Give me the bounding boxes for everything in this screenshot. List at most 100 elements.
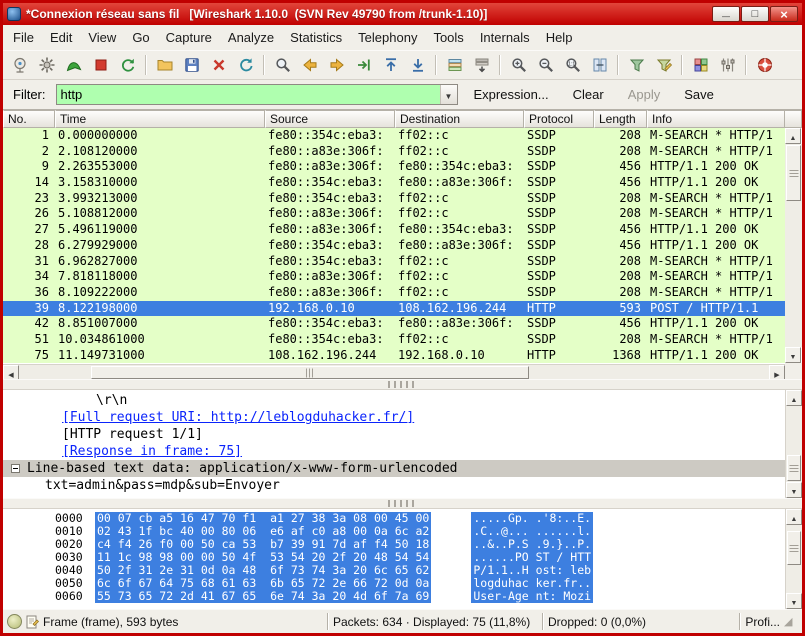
preferences-icon[interactable]	[714, 52, 741, 78]
list-interfaces-icon[interactable]	[6, 52, 33, 78]
reload-icon[interactable]	[232, 52, 259, 78]
scroll-down-icon[interactable]	[786, 482, 802, 498]
packet-row[interactable]: 42 8.851007000 fe80::354c:eba3: fe80::a83e:…	[3, 316, 785, 332]
menu-view[interactable]: View	[80, 27, 124, 48]
resize-grip-icon[interactable]	[784, 614, 798, 630]
filter-label-button[interactable]: Filter:	[9, 85, 50, 104]
restart-capture-icon[interactable]	[114, 52, 141, 78]
packet-row[interactable]: 34 7.818118000 fe80::a83e:306f: ff02::c SSDP…	[3, 269, 785, 285]
column-header-no[interactable]: No.	[3, 110, 55, 128]
pane-splitter-2[interactable]	[3, 498, 802, 509]
vscroll-thumb[interactable]	[786, 145, 801, 201]
detail-line[interactable]: [HTTP request 1/1]	[3, 426, 785, 443]
detail-line[interactable]: \r\n	[3, 392, 785, 409]
capture-options-icon[interactable]	[33, 52, 60, 78]
filter-input[interactable]	[56, 85, 440, 104]
title-bar[interactable]: *Connexion réseau sans fil [Wireshark 1.…	[3, 3, 802, 25]
packet-row[interactable]: 27 5.496119000 fe80::a83e:306f: fe80::354c:…	[3, 222, 785, 238]
packet-row[interactable]: 51 10.034861000 fe80::354c:eba3: ff02::c SSD…	[3, 331, 785, 348]
zoom-out-icon[interactable]	[532, 52, 559, 78]
close-file-icon[interactable]	[205, 52, 232, 78]
colorize-icon[interactable]	[441, 52, 468, 78]
pane-splitter-1[interactable]	[3, 379, 802, 390]
close-icon[interactable]	[770, 6, 798, 22]
detail-line[interactable]: txt=admin&pass=mdp&sub=Envoyer	[3, 477, 785, 494]
detail-text[interactable]: [Full request URI: http://leblogduhacker…	[62, 409, 414, 426]
packet-row[interactable]: 31 6.962827000 fe80::354c:eba3: ff02::c SSDP…	[3, 253, 785, 270]
menu-telephony[interactable]: Telephony	[350, 27, 425, 48]
column-header-destination[interactable]: Destination	[395, 110, 524, 128]
column-header-source[interactable]: Source	[265, 110, 395, 128]
details-vscrollbar[interactable]	[785, 390, 802, 498]
expert-info-icon[interactable]	[7, 614, 22, 629]
menu-edit[interactable]: Edit	[42, 27, 80, 48]
resize-columns-icon[interactable]	[586, 52, 613, 78]
goto-bottom-icon[interactable]	[404, 52, 431, 78]
filter-dropdown-icon[interactable]	[439, 85, 457, 104]
hscroll-track[interactable]	[19, 365, 769, 379]
vscroll-track[interactable]	[786, 406, 802, 482]
detail-text[interactable]: [Response in frame: 75]	[62, 443, 242, 460]
packet-row[interactable]: 28 6.279929000 fe80::354c:eba3: fe80::a83e:…	[3, 237, 785, 254]
detail-line[interactable]: [Full request URI: http://leblogduhacker…	[3, 409, 785, 426]
goto-packet-icon[interactable]	[350, 52, 377, 78]
scroll-left-icon[interactable]	[3, 365, 19, 379]
menu-statistics[interactable]: Statistics	[282, 27, 350, 48]
column-header-time[interactable]: Time	[55, 110, 265, 128]
start-capture-icon[interactable]	[60, 52, 87, 78]
filter-clear-button[interactable]: Clear	[571, 85, 606, 104]
capture-filter-icon[interactable]	[623, 52, 650, 78]
menu-help[interactable]: Help	[538, 27, 581, 48]
maximize-icon[interactable]	[741, 6, 769, 22]
hscroll-thumb[interactable]	[91, 366, 529, 379]
packet-row[interactable]: 1 0.000000000 fe80::354c:eba3: ff02::c SSDP 2…	[3, 128, 785, 144]
go-forward-icon[interactable]	[323, 52, 350, 78]
display-filter-icon[interactable]	[650, 52, 677, 78]
detail-line[interactable]: [Response in frame: 75]	[3, 443, 785, 460]
scroll-down-icon[interactable]	[786, 593, 802, 609]
packet-row[interactable]: 36 8.109222000 fe80::a83e:306f: ff02::c SSDP…	[3, 284, 785, 301]
column-header-length[interactable]: Length	[594, 110, 647, 128]
stop-capture-icon[interactable]	[87, 52, 114, 78]
packet-row[interactable]: 9 2.263553000 fe80::a83e:306f: fe80::354c:e…	[3, 159, 785, 176]
zoom-in-icon[interactable]	[505, 52, 532, 78]
detail-line[interactable]: Line-based text data: application/x-www-…	[3, 460, 785, 477]
help-icon[interactable]	[751, 52, 778, 78]
menu-tools[interactable]: Tools	[425, 27, 471, 48]
autoscroll-icon[interactable]	[468, 52, 495, 78]
vscroll-track[interactable]	[785, 144, 802, 347]
scroll-up-icon[interactable]	[786, 509, 802, 525]
capture-comment-icon[interactable]	[26, 614, 39, 629]
packet-list-vscrollbar[interactable]	[785, 128, 802, 363]
collapse-expander-icon[interactable]	[11, 464, 20, 473]
open-file-icon[interactable]	[151, 52, 178, 78]
packet-row[interactable]: 23 3.993213000 fe80::354c:eba3: ff02::c SSDP…	[3, 190, 785, 207]
packet-list-hscrollbar[interactable]	[3, 364, 785, 379]
menu-internals[interactable]: Internals	[472, 27, 538, 48]
zoom-100-icon[interactable]: 1:1	[559, 52, 586, 78]
save-file-icon[interactable]	[178, 52, 205, 78]
hex-line[interactable]: 0060 55 73 65 72 2d 41 67 65 6e 74 3a 20 …	[3, 590, 785, 603]
filter-apply-button[interactable]: Apply	[626, 85, 663, 104]
filter-save-button[interactable]: Save	[682, 85, 716, 104]
packet-row[interactable]: 2 2.108120000 fe80::a83e:306f: ff02::c SSDP 2…	[3, 143, 785, 160]
column-header-info[interactable]: Info	[647, 110, 785, 128]
coloring-rules-icon[interactable]	[687, 52, 714, 78]
packet-row[interactable]: 39 8.122198000 192.168.0.10 108.162.196.244…	[3, 300, 785, 317]
packet-row[interactable]: 26 5.108812000 fe80::a83e:306f: ff02::c SSDP…	[3, 206, 785, 223]
scroll-up-icon[interactable]	[786, 390, 802, 406]
minimize-icon[interactable]	[712, 6, 740, 22]
packet-row[interactable]: 14 3.158310000 fe80::354c:eba3: fe80::a83e:…	[3, 175, 785, 191]
find-packet-icon[interactable]	[269, 52, 296, 78]
scroll-right-icon[interactable]	[769, 365, 785, 379]
vscroll-thumb[interactable]	[787, 531, 801, 565]
scroll-down-icon[interactable]	[785, 347, 801, 363]
filter-expression-button[interactable]: Expression...	[472, 85, 551, 104]
goto-top-icon[interactable]	[377, 52, 404, 78]
packet-row[interactable]: 75 11.149731000 108.162.196.244 192.168.0.1…	[3, 347, 785, 364]
menu-capture[interactable]: Capture	[158, 27, 220, 48]
menu-go[interactable]: Go	[124, 27, 157, 48]
go-back-icon[interactable]	[296, 52, 323, 78]
scroll-up-icon[interactable]	[785, 128, 801, 144]
vscroll-thumb[interactable]	[787, 455, 801, 481]
